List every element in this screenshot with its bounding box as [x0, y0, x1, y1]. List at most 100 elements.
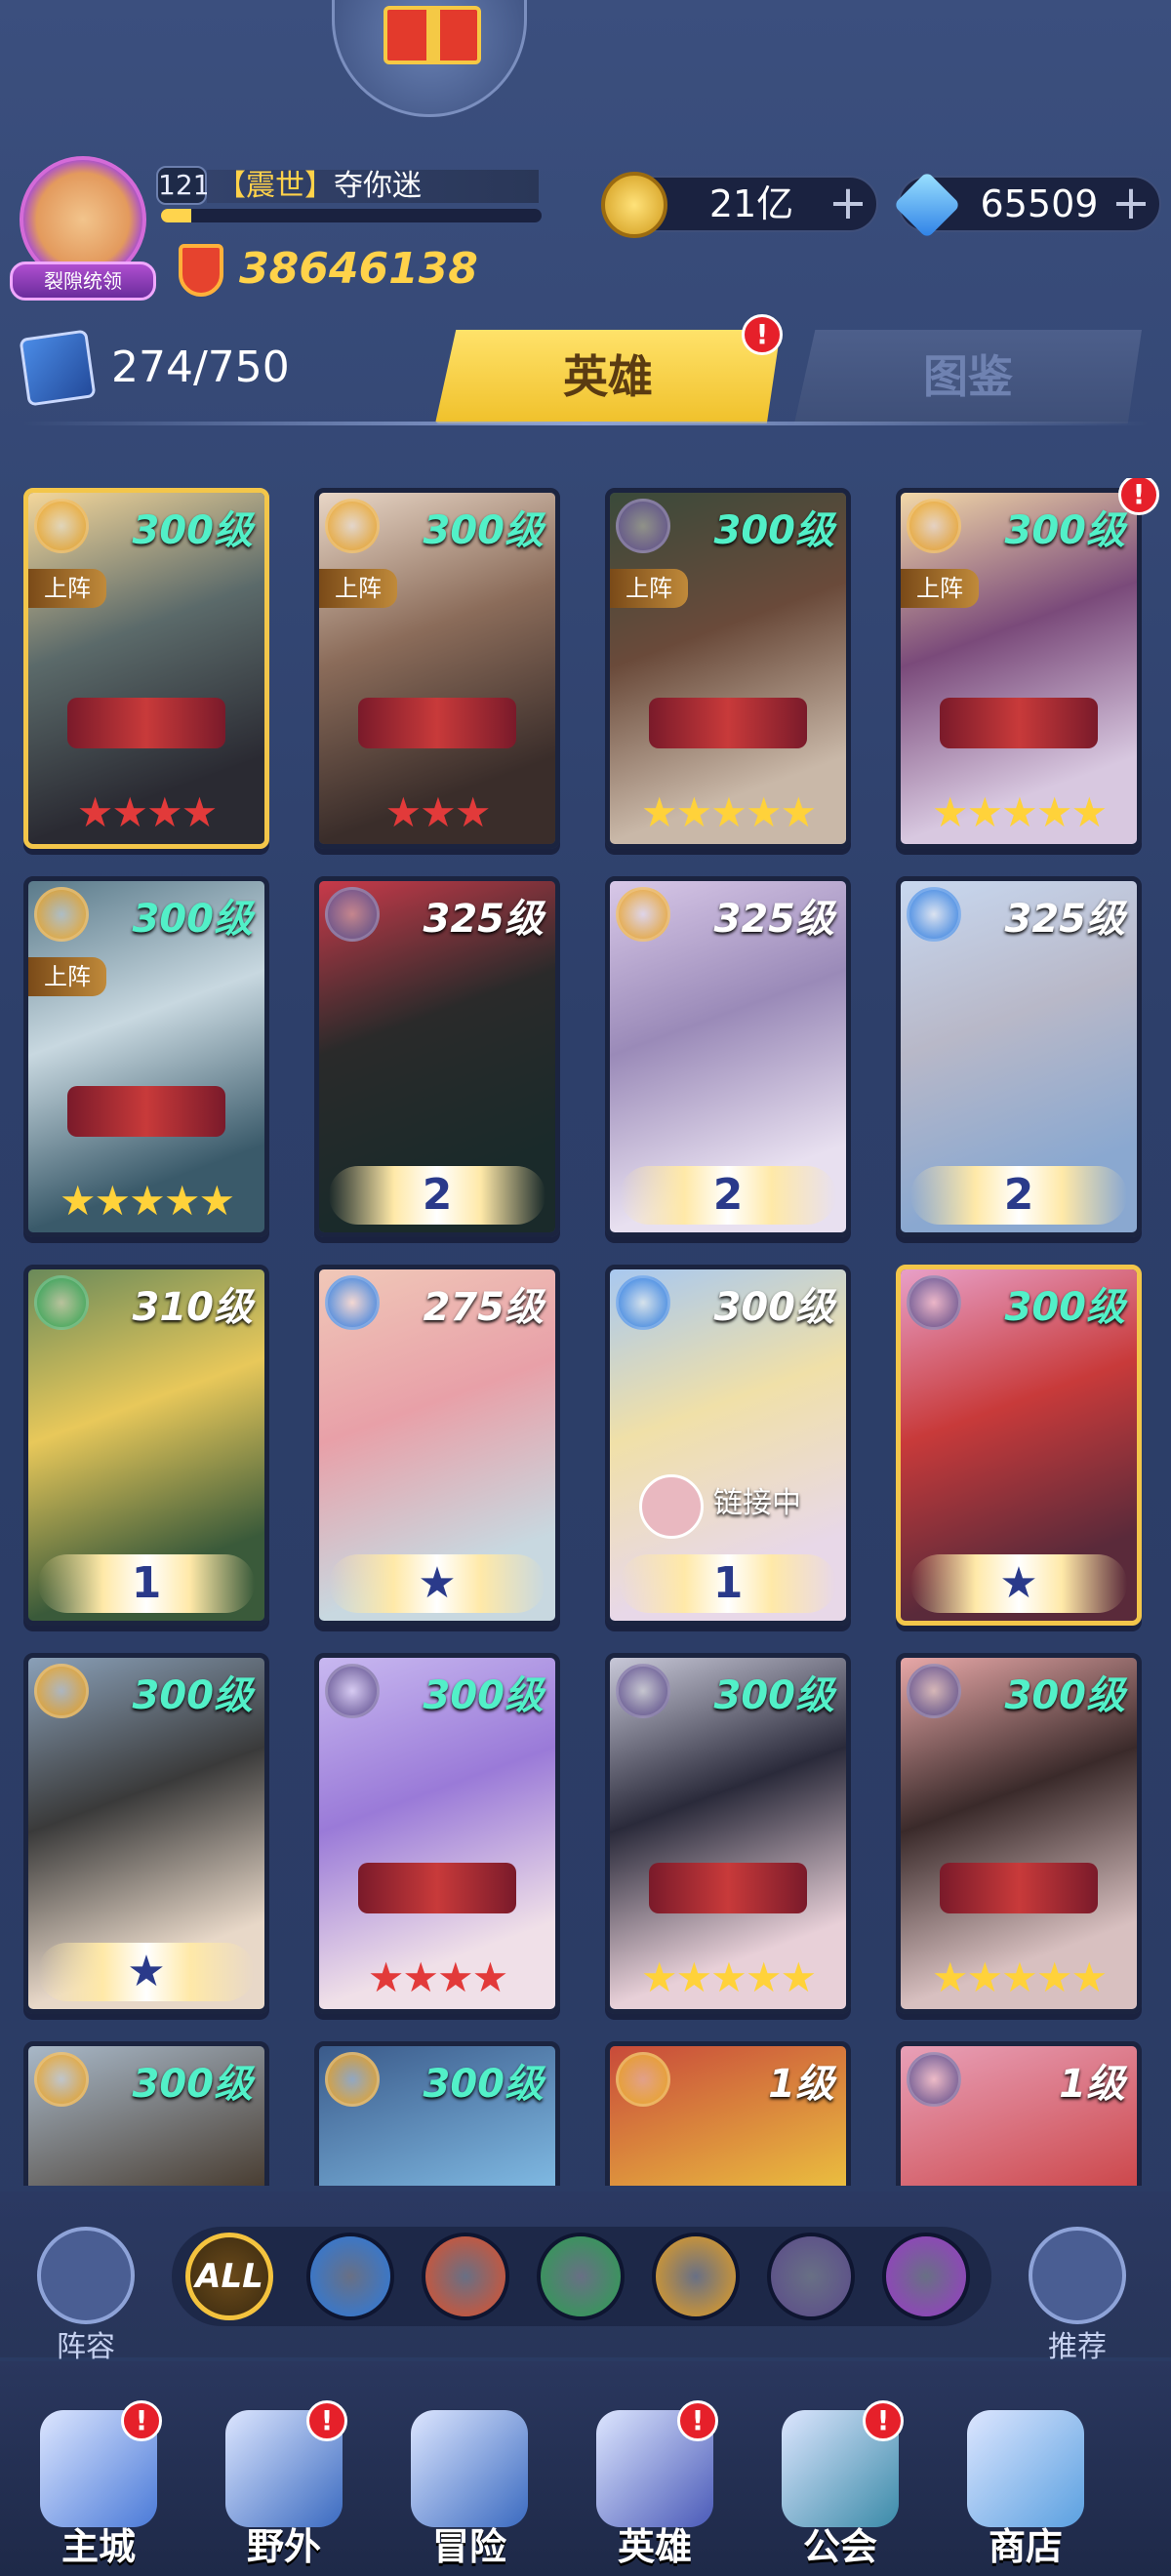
hero-level: 300级 — [132, 508, 254, 553]
player-avatar[interactable]: 裂隙统领 — [10, 156, 156, 302]
shield-power-icon — [179, 244, 223, 297]
filter-light-button[interactable] — [652, 2233, 740, 2320]
hero-rank-wings: 2 — [329, 1166, 545, 1225]
hero-level: 300级 — [1004, 508, 1126, 553]
hero-card[interactable]: 300级 ★ — [23, 1653, 269, 2014]
hero-card[interactable]: 275级 ★ — [314, 1265, 560, 1626]
water-element-icon — [616, 1275, 670, 1330]
hero-level: 310级 — [132, 1285, 254, 1330]
hero-card[interactable]: 310级 1 — [23, 1265, 269, 1626]
hero-card[interactable]: 300级 1 链接中 — [605, 1265, 851, 1626]
hero-card[interactable]: 1级 — [605, 2041, 851, 2186]
light-element-icon — [325, 2052, 380, 2107]
guild-tag: 【震世】 — [217, 169, 334, 203]
player-name-bar: 【震世】夺你迷 — [207, 170, 539, 203]
recommend-button[interactable] — [1029, 2227, 1126, 2324]
filter-dark-button[interactable] — [767, 2233, 855, 2320]
hero-card[interactable]: 300级 ★★★★★ — [896, 1653, 1142, 2014]
hero-card[interactable]: 325级 2 — [605, 876, 851, 1237]
combat-power: 38646138 — [239, 244, 478, 294]
hero-rank-wings: ★ — [910, 1554, 1127, 1613]
xp-bar-fill — [161, 209, 192, 222]
hero-grid: 300级 上阵 ★★★★ 300级 上阵 ★★★ 300级 上阵 ★★★★★ 300级 上阵 ★★★★… — [0, 478, 1171, 2186]
diamond-icon — [893, 171, 961, 239]
avatar-title: 裂隙统领 — [10, 262, 156, 301]
hero-rank-wings: 1 — [38, 1554, 255, 1613]
nav-item[interactable]: 主城! — [16, 2400, 182, 2576]
filter-fire-button[interactable] — [422, 2233, 509, 2320]
hero-emblem — [649, 1863, 807, 1913]
light-element-icon — [325, 499, 380, 553]
deployed-tag: 上阵 — [28, 569, 106, 608]
hero-card[interactable]: 300级 上阵 ★★★ — [314, 488, 560, 849]
hero-card[interactable]: 300级 — [23, 2041, 269, 2186]
hero-level: 1级 — [1059, 2062, 1125, 2107]
light-element-icon — [34, 499, 89, 553]
hero-stars: ★★★★ — [76, 788, 219, 836]
hero-card[interactable]: 325级 2 — [896, 876, 1142, 1237]
add-diamond-button[interactable]: + — [1110, 180, 1151, 226]
hero-rank-wings: ★ — [329, 1554, 545, 1613]
hero-card[interactable]: 300级 ★★★★ — [314, 1653, 560, 2014]
hero-card[interactable]: 300级 — [314, 2041, 560, 2186]
lineup-button[interactable] — [37, 2227, 135, 2324]
light-element-icon — [907, 499, 961, 553]
hero-card[interactable]: 300级 上阵 ★★★★★ — [605, 488, 851, 849]
hero-card[interactable]: 300级 上阵 ★★★★ — [23, 488, 269, 849]
wind-element-icon — [34, 1275, 89, 1330]
player-name: 夺你迷 — [334, 169, 422, 203]
filter-arcane-button[interactable] — [882, 2233, 970, 2320]
hero-level: 325级 — [423, 897, 545, 942]
deployed-tag: 上阵 — [901, 569, 979, 608]
hero-card[interactable]: 300级 上阵 ★★★★★ — [896, 488, 1142, 849]
hero-level: 300级 — [713, 1673, 835, 1718]
hero-card[interactable]: 300级 ★ — [896, 1265, 1142, 1626]
hero-level: 300级 — [423, 1673, 545, 1718]
hero-stars: ★★★★ — [367, 1953, 509, 2001]
gift-icon — [384, 6, 481, 64]
hero-card[interactable]: 1级 — [896, 2041, 1142, 2186]
add-gold-button[interactable]: + — [828, 180, 868, 226]
nav-item[interactable]: 公会! — [757, 2400, 923, 2576]
nav-item[interactable]: 英雄! — [572, 2400, 738, 2576]
hero-card[interactable]: 300级 ★★★★★ — [605, 1653, 851, 2014]
filter-water-button[interactable] — [306, 2233, 394, 2320]
nav-item[interactable]: 商店 — [943, 2400, 1109, 2576]
light-element-icon — [34, 887, 89, 942]
hero-card[interactable]: 300级 上阵 ★★★★★ — [23, 876, 269, 1237]
hero-emblem — [358, 698, 516, 748]
dark-element-icon — [616, 1664, 670, 1718]
deployed-tag: 上阵 — [319, 569, 397, 608]
hero-alert-badge: ! — [1118, 478, 1159, 515]
hero-level: 325级 — [1004, 897, 1126, 942]
hero-level: 300级 — [423, 2062, 545, 2107]
gold-resource: 21亿 + — [601, 172, 878, 238]
nav-alert-badge: ! — [306, 2400, 347, 2441]
tab-heroes[interactable]: 英雄 — [435, 330, 781, 423]
filter-all-button[interactable]: ALL — [185, 2233, 273, 2320]
card-deck-icon — [19, 329, 97, 407]
hero-card[interactable]: 325级 2 — [314, 876, 560, 1237]
hero-level: 300级 — [713, 508, 835, 553]
filter-wind-button[interactable] — [537, 2233, 625, 2320]
player-level: 121 — [156, 166, 210, 205]
gold-coin-icon — [601, 172, 667, 238]
hero-emblem — [67, 698, 225, 748]
nav-alert-badge: ! — [121, 2400, 162, 2441]
tab-guide[interactable]: 图鉴 — [794, 330, 1142, 423]
gift-box-button[interactable] — [332, 0, 527, 117]
hero-rank-wings: 1 — [620, 1554, 836, 1613]
hero-level: 300级 — [132, 897, 254, 942]
dark-element-icon — [907, 1664, 961, 1718]
hero-level: 300级 — [1004, 1673, 1126, 1718]
hero-emblem — [940, 698, 1098, 748]
nav-item[interactable]: 野外! — [201, 2400, 367, 2576]
hero-level: 300级 — [423, 508, 545, 553]
light-element-icon — [34, 2052, 89, 2107]
hero-level: 275级 — [423, 1285, 545, 1330]
nav-alert-badge: ! — [863, 2400, 904, 2441]
nav-item[interactable]: 冒险 — [386, 2400, 552, 2576]
hero-stars: ★★★★★ — [59, 1177, 235, 1225]
diamond-amount: 65509 — [980, 182, 1099, 225]
light-element-icon — [34, 1664, 89, 1718]
